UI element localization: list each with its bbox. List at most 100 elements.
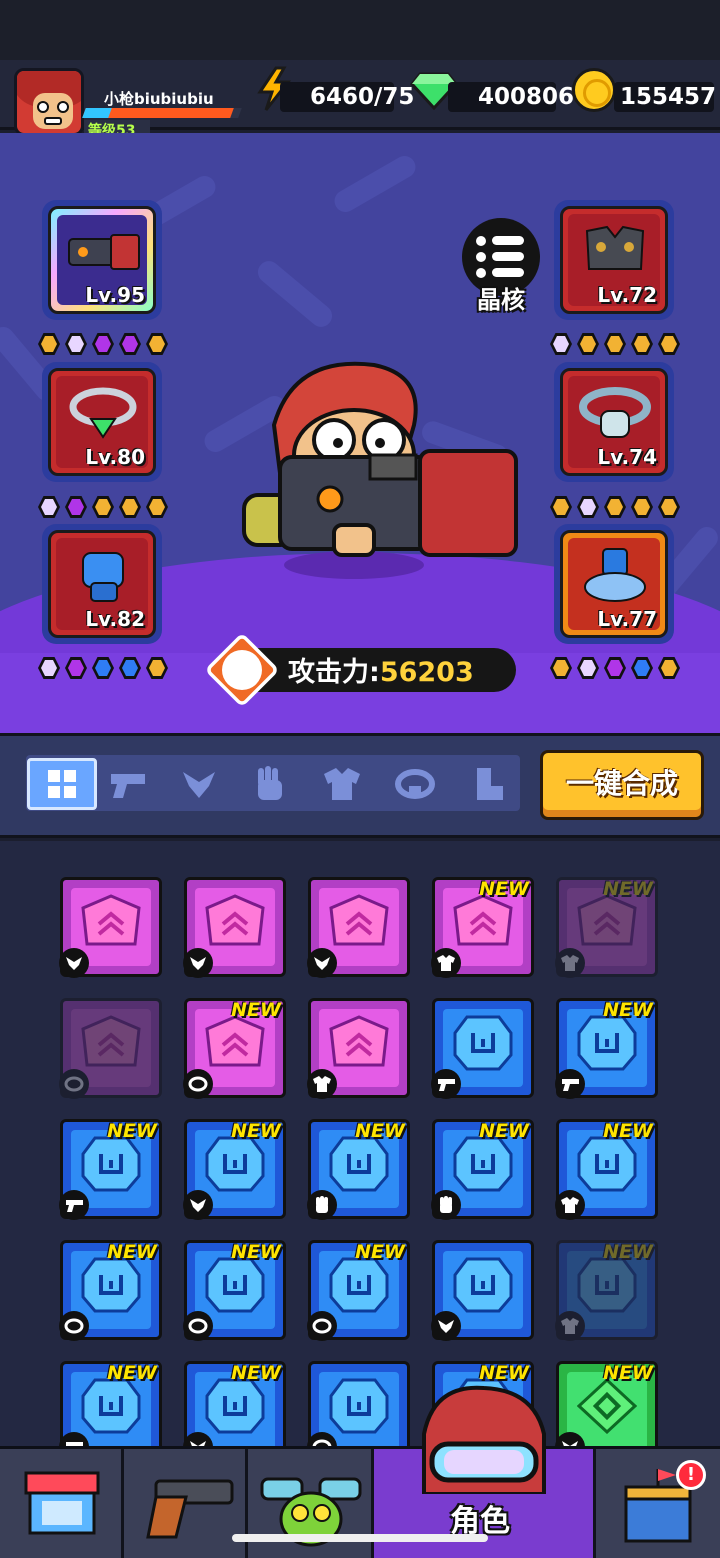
energy-counter[interactable]: 6460/75 <box>280 82 414 112</box>
inventory-item[interactable]: NEW <box>183 998 286 1099</box>
gun-icon <box>111 774 145 798</box>
item-gem-icon <box>453 1015 513 1071</box>
slot-weapon[interactable]: Lv.95 <box>42 200 162 320</box>
xp-bar <box>82 108 242 118</box>
new-badge: NEW <box>603 1241 653 1263</box>
slot-armor[interactable]: Lv.72 <box>554 200 674 320</box>
gem-socket <box>92 496 114 518</box>
tab-boot[interactable] <box>452 758 522 810</box>
inventory-item[interactable]: NEW <box>431 1119 534 1220</box>
inventory-item[interactable]: NEW <box>183 1240 286 1341</box>
gem-socket <box>577 333 599 355</box>
tab-armor[interactable] <box>307 758 377 810</box>
inventory-item[interactable] <box>59 998 162 1099</box>
item-gem-icon <box>577 1378 637 1434</box>
inventory-item[interactable] <box>431 1240 534 1341</box>
new-badge: NEW <box>107 1120 157 1142</box>
inventory-grid: NEW NEW NEW NEW NEW NEW NEW NEW NEW NEW NEW NEW NEW N… <box>0 841 720 1446</box>
gem-socket <box>119 333 141 355</box>
gem-socket <box>92 657 114 679</box>
slot-boot[interactable]: Lv.77 <box>554 524 674 644</box>
gun-type-icon <box>431 1069 461 1099</box>
slot-level: Lv.95 <box>85 283 145 307</box>
merge-all-button[interactable]: 一键合成 <box>540 750 704 820</box>
gem-socket <box>631 333 653 355</box>
new-badge: NEW <box>231 999 281 1021</box>
inventory-item[interactable]: NEW <box>59 1240 162 1341</box>
tab-glove[interactable] <box>235 758 305 810</box>
gem-socket <box>604 496 626 518</box>
glove-type-icon <box>307 1190 337 1220</box>
inventory-item[interactable] <box>307 1361 410 1446</box>
necklace-type-icon <box>307 948 337 978</box>
inventory-item[interactable]: NEW <box>555 877 658 978</box>
item-gem-icon <box>577 1015 637 1071</box>
belt-icon <box>579 387 651 438</box>
home-indicator[interactable] <box>232 1534 488 1542</box>
inventory-item[interactable] <box>307 877 410 978</box>
gem-socket <box>631 657 653 679</box>
inventory-item[interactable]: NEW <box>555 998 658 1099</box>
nav-shop[interactable] <box>0 1449 124 1558</box>
core-label: 晶核 <box>477 286 525 314</box>
tab-all[interactable] <box>27 758 97 810</box>
gem-row <box>38 333 168 355</box>
tab-gun[interactable] <box>92 758 162 810</box>
inventory-item[interactable]: NEW <box>555 1240 658 1341</box>
inventory-item[interactable]: NEW <box>183 1119 286 1220</box>
new-badge: NEW <box>231 1120 281 1142</box>
inventory-item[interactable]: NEW <box>307 1119 410 1220</box>
inventory-item[interactable] <box>307 998 410 1099</box>
gem-socket <box>604 333 626 355</box>
item-gem-icon <box>453 894 513 946</box>
gem-row <box>38 496 168 518</box>
item-gem-icon <box>453 1257 513 1313</box>
inventory-item[interactable]: NEW <box>59 1119 162 1220</box>
gem-socket <box>119 496 141 518</box>
gem-counter[interactable]: 400806 <box>448 82 574 112</box>
nav-weapon[interactable] <box>124 1449 248 1558</box>
tab-belt[interactable] <box>380 758 450 810</box>
belt-type-icon <box>307 1311 337 1341</box>
item-gem-icon <box>329 1257 389 1313</box>
shop-icon <box>24 1471 100 1535</box>
tab-necklace[interactable] <box>164 758 234 810</box>
coin-counter[interactable]: 155457 <box>614 82 716 112</box>
item-gem-icon <box>329 1015 389 1067</box>
slot-necklace[interactable]: Lv.80 <box>42 362 162 482</box>
inventory-item[interactable]: NEW <box>555 1361 658 1446</box>
boot-icon <box>584 548 646 602</box>
new-badge: NEW <box>603 1362 653 1384</box>
inventory-item[interactable]: NEW <box>59 1361 162 1446</box>
necklace-icon <box>183 772 215 798</box>
inventory-item[interactable]: NEW <box>307 1240 410 1341</box>
player-avatar[interactable] <box>14 68 84 136</box>
slot-glove[interactable]: Lv.82 <box>42 524 162 644</box>
item-gem-icon <box>81 894 141 946</box>
inventory-item[interactable] <box>431 998 534 1099</box>
slot-belt[interactable]: Lv.74 <box>554 362 674 482</box>
item-gem-icon <box>329 1378 389 1434</box>
glove-icon <box>82 552 124 602</box>
coin-icon <box>572 68 616 112</box>
gun-type-icon <box>555 1069 585 1099</box>
boot-icon <box>477 768 503 800</box>
inventory-item[interactable] <box>183 877 286 978</box>
armor-type-icon <box>555 1311 585 1341</box>
inventory-item[interactable]: NEW <box>431 877 534 978</box>
new-badge: NEW <box>479 1120 529 1142</box>
armor-type-icon <box>431 948 461 978</box>
new-badge: NEW <box>603 1120 653 1142</box>
gem-socket <box>658 496 680 518</box>
necklace-type-icon <box>183 948 213 978</box>
inventory-item[interactable] <box>59 877 162 978</box>
item-gem-icon <box>577 1257 637 1313</box>
inventory-item[interactable]: NEW <box>183 1361 286 1446</box>
item-gem-icon <box>205 1015 265 1067</box>
glove-type-icon <box>431 1190 461 1220</box>
new-badge: NEW <box>603 999 653 1021</box>
belt-type-icon <box>59 1311 89 1341</box>
inventory-item[interactable]: NEW <box>555 1119 658 1220</box>
attack-value: 56203 <box>379 657 474 688</box>
new-badge: NEW <box>355 1120 405 1142</box>
